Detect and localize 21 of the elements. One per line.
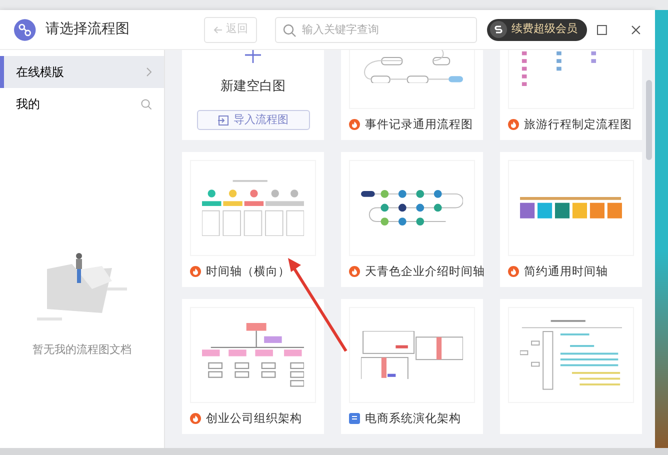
template-card[interactable]: 简约通用时间轴 xyxy=(500,152,642,287)
template-name: 事件记录通用流程图 xyxy=(365,116,473,133)
template-card[interactable]: 天青色企业介绍时间轴 xyxy=(341,152,483,287)
vip-button[interactable]: 续费超级会员 xyxy=(487,18,588,40)
template-name: 简约通用时间轴 xyxy=(524,262,608,280)
empty-state-text: 暂无我的流程图文档 xyxy=(32,342,132,358)
window-title: 请选择流程图 xyxy=(46,20,131,39)
template-name: 时间轴（横向） xyxy=(206,262,290,280)
search-field[interactable]: 输入关键字查询 xyxy=(274,16,478,42)
template-name: 创业公司组织架构 xyxy=(206,410,302,427)
template-name: 天青色企业介绍时间轴 xyxy=(365,262,485,280)
new-blank-title: 新建空白图 xyxy=(220,78,286,96)
template-card[interactable]: 创业公司组织架构 xyxy=(182,299,324,434)
template-name: 电商系统演化架构 xyxy=(365,410,461,427)
template-card[interactable]: 时间轴（横向） xyxy=(182,152,324,287)
sidebar-item[interactable]: 在线模版 xyxy=(0,56,164,88)
template-card[interactable]: 事件记录通用流程图 xyxy=(341,50,483,140)
template-card[interactable]: 旅游行程制定流程图 xyxy=(500,50,642,140)
template-name: 旅游行程制定流程图 xyxy=(524,116,632,133)
new-blank-card[interactable]: 新建空白图 导入流程图 xyxy=(182,50,324,140)
template-card[interactable]: 电商系统演化架构 xyxy=(341,299,483,434)
